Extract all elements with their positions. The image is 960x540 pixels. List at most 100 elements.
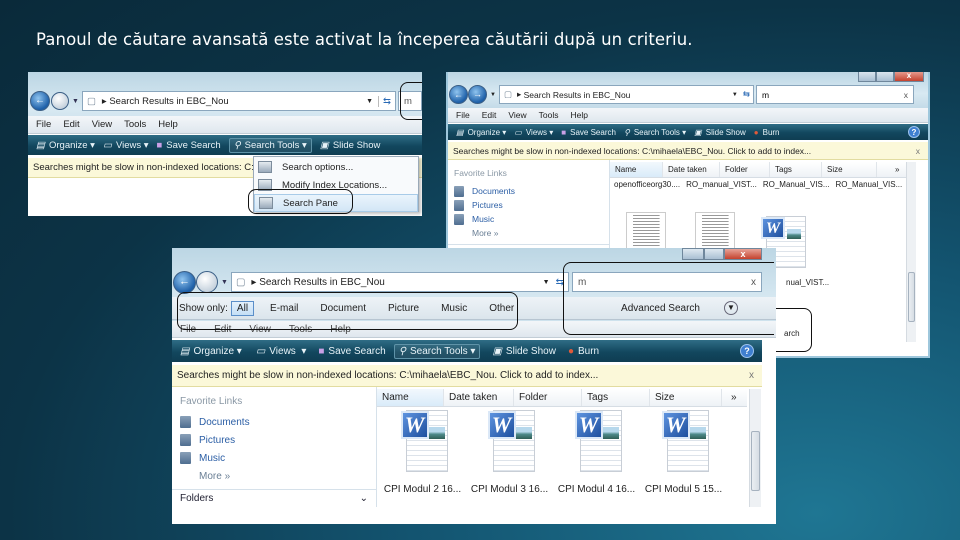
menu-tools[interactable]: Tools — [539, 110, 559, 120]
file-item[interactable]: W CPI Modul 2 16... — [382, 410, 463, 495]
back-button[interactable] — [173, 270, 196, 294]
menu-help[interactable]: Help — [570, 110, 587, 120]
help-button[interactable]: ? — [908, 126, 920, 138]
forward-button[interactable]: → — [468, 85, 487, 104]
views-button[interactable]: ▭ Views ▾ — [514, 128, 553, 137]
address-dropdown-icon[interactable]: ▼ — [732, 92, 738, 98]
more-columns-button[interactable]: » — [722, 389, 737, 406]
organize-icon: ▤ — [456, 127, 464, 137]
column-name[interactable]: Name — [610, 162, 663, 177]
chevron-down-icon: ⌄ — [359, 493, 368, 504]
file-item[interactable]: RO_manual_VIST... — [686, 180, 757, 189]
music-icon — [454, 213, 464, 225]
menu-view[interactable]: View — [508, 110, 526, 120]
address-dropdown-icon[interactable]: ▼ — [366, 98, 373, 105]
scrollbar[interactable] — [906, 162, 916, 342]
address-dropdown-icon[interactable]: ▼ — [543, 279, 550, 286]
column-name[interactable]: Name — [377, 389, 444, 406]
menu-edit[interactable]: Edit — [63, 119, 79, 130]
burn-button[interactable]: ● Burn — [568, 346, 599, 357]
info-bar-message[interactable]: Searches might be slow in non-indexed lo… — [33, 162, 256, 173]
views-button[interactable]: ▭ Views ▾ — [256, 346, 307, 357]
forward-button[interactable] — [196, 271, 218, 293]
slide-show-button[interactable]: ▣ Slide Show — [694, 128, 746, 137]
link-documents[interactable]: Documents — [180, 413, 368, 431]
recent-pages-icon[interactable]: ▼ — [490, 92, 496, 98]
organize-button[interactable]: ▤ Organize ▾ — [36, 140, 95, 151]
organize-button[interactable]: ▤ Organize ▾ — [456, 128, 506, 137]
scrollbar[interactable] — [749, 389, 761, 507]
column-size[interactable]: Size — [650, 389, 722, 406]
menu-file[interactable]: File — [36, 119, 51, 130]
menu-item-search-options[interactable]: Search options... — [254, 158, 418, 176]
file-item[interactable]: RO_Manual_VIS... — [763, 180, 830, 189]
info-bar-message[interactable]: Searches might be slow in non-indexed lo… — [177, 370, 598, 381]
save-icon: ■ — [156, 139, 163, 151]
column-folder[interactable]: Folder — [514, 389, 582, 406]
slide-show-button[interactable]: ▣ Slide Show — [492, 346, 555, 357]
link-music[interactable]: Music — [180, 449, 368, 467]
close-button[interactable]: x — [724, 248, 762, 260]
close-info-bar-icon[interactable]: x — [749, 370, 754, 381]
refresh-icon[interactable]: ⇆ — [743, 89, 750, 100]
search-input[interactable]: mx — [756, 85, 914, 104]
link-pictures[interactable]: Pictures — [180, 431, 368, 449]
close-info-bar-icon[interactable]: x — [916, 146, 920, 156]
folders-header[interactable]: Folders⌄ — [172, 489, 376, 507]
search-tools-button[interactable]: ⚲ Search Tools ▾ — [624, 128, 686, 137]
menu-view[interactable]: View — [92, 119, 112, 130]
help-button[interactable]: ? — [740, 344, 754, 358]
menu-tools[interactable]: Tools — [124, 119, 146, 130]
file-item[interactable]: RO_Manual_VIS... — [836, 180, 903, 189]
burn-button[interactable]: ● Burn — [754, 128, 780, 137]
refresh-icon[interactable]: ⇆ — [378, 95, 391, 107]
link-more[interactable]: More » — [180, 467, 368, 485]
more-columns-button[interactable]: » — [877, 162, 899, 177]
forward-button[interactable] — [51, 92, 69, 110]
close-button[interactable]: x — [894, 72, 924, 82]
save-icon: ■ — [318, 345, 325, 357]
clear-search-icon[interactable]: x — [904, 90, 908, 100]
minimize-button[interactable] — [858, 72, 876, 82]
save-search-button[interactable]: ■ Save Search — [157, 140, 221, 151]
column-folder[interactable]: Folder — [720, 162, 770, 177]
link-pictures[interactable]: Pictures — [454, 198, 603, 212]
organize-button[interactable]: ▤ Organize ▾ — [180, 346, 242, 357]
menu-help[interactable]: Help — [158, 119, 178, 130]
recent-pages-icon[interactable]: ▼ — [221, 279, 228, 286]
minimize-button[interactable] — [682, 248, 704, 260]
back-button[interactable] — [30, 91, 50, 111]
column-tags[interactable]: Tags — [770, 162, 822, 177]
slide-title: Panoul de căutare avansată este activat … — [36, 30, 693, 49]
address-bar[interactable]: ▢ ▸ Search Results in EBC_Nou ▼ ⇆ — [230, 272, 569, 292]
search-tools-button[interactable]: ⚲ Search Tools ▾ — [228, 137, 312, 153]
column-size[interactable]: Size — [822, 162, 877, 177]
file-item[interactable]: W CPI Modul 5 15... — [643, 410, 724, 495]
recent-pages-icon[interactable]: ▼ — [72, 98, 79, 105]
search-tools-button[interactable]: ⚲ Search Tools ▾ — [393, 343, 481, 359]
address-bar[interactable]: ▢ ▸ Search Results in EBC_Nou ▼ ⇆ — [81, 91, 396, 111]
slide-show-button[interactable]: ▣ Slide Show — [320, 140, 381, 151]
save-search-button[interactable]: ■ Save Search — [561, 128, 616, 137]
file-item[interactable]: openofficeorg30.... — [614, 180, 680, 189]
column-date-taken[interactable]: Date taken — [444, 389, 514, 406]
menu-edit[interactable]: Edit — [482, 110, 497, 120]
save-search-button[interactable]: ■ Save Search — [318, 346, 385, 357]
info-bar-message[interactable]: Searches might be slow in non-indexed lo… — [453, 146, 811, 156]
file-item[interactable]: W CPI Modul 4 16... — [556, 410, 637, 495]
file-item[interactable]: W CPI Modul 3 16... — [469, 410, 550, 495]
link-more[interactable]: More » — [454, 226, 603, 240]
column-date-taken[interactable]: Date taken — [663, 162, 720, 177]
menu-file[interactable]: File — [456, 110, 470, 120]
file-item[interactable]: nual_VIST... — [786, 278, 829, 287]
link-documents[interactable]: Documents — [454, 184, 603, 198]
maximize-button[interactable] — [704, 248, 724, 260]
views-button[interactable]: ▭ Views ▾ — [103, 140, 149, 151]
address-bar[interactable]: ▢ ▸ Search Results in EBC_Nou ▼ ⇆ — [498, 85, 754, 104]
word-document-icon: W — [487, 410, 535, 472]
column-tags[interactable]: Tags — [582, 389, 650, 406]
slide-show-icon: ▣ — [694, 127, 702, 137]
back-button[interactable] — [449, 85, 468, 104]
link-music[interactable]: Music — [454, 212, 603, 226]
maximize-button[interactable] — [876, 72, 894, 82]
